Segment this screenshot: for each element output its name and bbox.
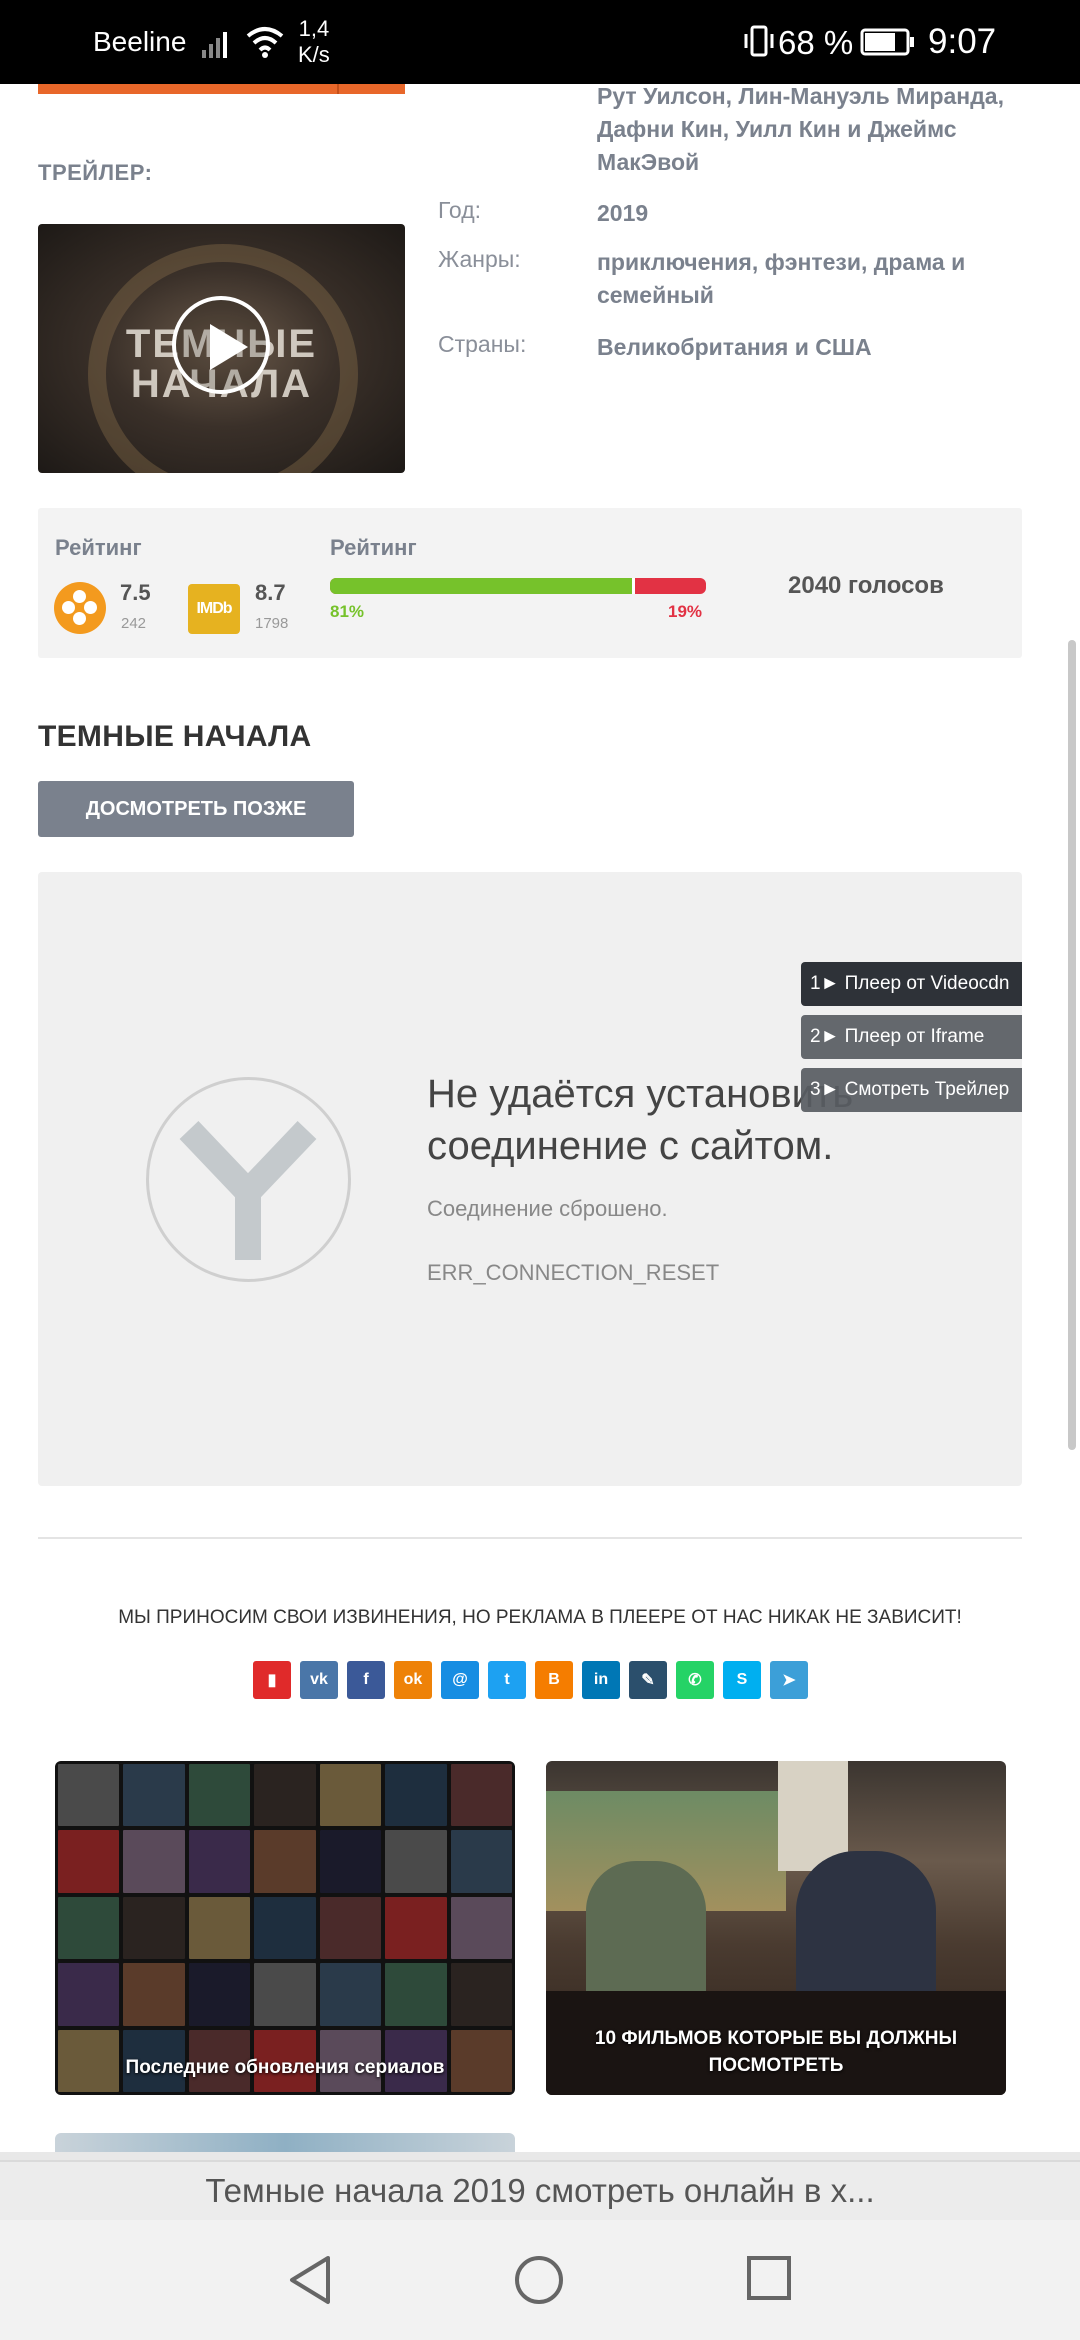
error-subtitle: Соединение сброшено. xyxy=(427,1196,668,1221)
imdb-icon: IMDb xyxy=(188,584,240,634)
share-buttons: ▮ vk f ok @ t Bin ✎ ✆ S ➤ xyxy=(253,1661,808,1699)
clock: 9:07 xyxy=(928,22,997,61)
movie-title: ТЕМНЫЕ НАЧАЛА xyxy=(38,720,312,753)
page-title-url: Темные начала 2019 смотреть онлайн в х..… xyxy=(205,2172,875,2209)
facebook-icon[interactable]: f xyxy=(347,1661,385,1699)
trailer-label: ТРЕЙЛЕР: xyxy=(38,160,153,185)
url-bar-shadow xyxy=(0,2152,1080,2160)
cast-link[interactable]: Рут Уилсон, Лин-Мануэль Миранда, Дафни К… xyxy=(597,83,1004,175)
positive-percent: 81% xyxy=(330,602,365,621)
rating-label-users: Рейтинг xyxy=(330,535,417,560)
poster-collage xyxy=(55,1761,515,2095)
server-iframe-button[interactable]: 2► Плеер от Iframe xyxy=(801,1015,1022,1059)
play-icon[interactable] xyxy=(172,296,270,394)
watch-later-button[interactable]: ДОСМОТРЕТЬ ПОЗЖЕ xyxy=(38,781,354,837)
orange-button-remnant[interactable] xyxy=(38,84,405,94)
imdb-votes: 1798 xyxy=(255,615,289,632)
page-scrollbar[interactable] xyxy=(1068,640,1076,1450)
top-films-card[interactable]: 10 ФИЛЬМОВ КОТОРЫЕ ВЫ ДОЛЖНЫ ПОСМОТРЕТЬ xyxy=(546,1761,1006,2095)
browser-error-icon xyxy=(146,1077,351,1282)
whatsapp-icon[interactable]: ✆ xyxy=(676,1661,714,1699)
year-value[interactable]: 2019 xyxy=(597,197,1017,230)
card-caption: 10 ФИЛЬМОВ КОТОРЫЕ ВЫ ДОЛЖНЫ ПОСМОТРЕТЬ xyxy=(594,2028,958,2076)
blogger-icon[interactable]: B xyxy=(535,1661,573,1699)
bookmark-icon[interactable]: ▮ xyxy=(253,1661,291,1699)
server-trailer-button[interactable]: 3► Смотреть Трейлер xyxy=(801,1068,1022,1112)
telegram-icon[interactable]: ➤ xyxy=(770,1661,808,1699)
linkedin-icon[interactable]: in xyxy=(582,1661,620,1699)
orange-button-divider xyxy=(337,84,339,94)
moimir-icon[interactable]: @ xyxy=(441,1661,479,1699)
livejournal-icon[interactable]: ✎ xyxy=(629,1661,667,1699)
home-icon[interactable] xyxy=(513,2254,565,2311)
rating-label-sources: Рейтинг xyxy=(55,535,142,560)
carrier-name: Beeline xyxy=(93,26,187,57)
year-label: Год: xyxy=(438,197,482,223)
error-code: ERR_CONNECTION_RESET xyxy=(427,1260,720,1285)
battery-icon xyxy=(860,28,916,61)
genres-value[interactable]: приключения, фэнтези, драма и семейный xyxy=(597,246,1017,312)
url-bar[interactable]: Темные начала 2019 смотреть онлайн в х..… xyxy=(0,2160,1080,2220)
status-bar: Beeline 1,4 K/s 68 % 9:07 xyxy=(0,0,1080,84)
card-caption: Последние обновления сериалов xyxy=(125,2057,445,2078)
server-videocdn-button[interactable]: 1► Плеер от Videocdn xyxy=(801,962,1022,1006)
back-icon[interactable] xyxy=(286,2254,336,2311)
negative-percent: 19% xyxy=(668,602,703,621)
vote-bar[interactable] xyxy=(330,578,706,594)
battery-percent: 68 % xyxy=(778,24,854,61)
vibrate-icon xyxy=(742,24,776,63)
countries-label: Страны: xyxy=(438,331,527,357)
wifi-icon xyxy=(246,26,284,63)
cast-list: Рут Уилсон, Лин-Мануэль Миранда, Дафни К… xyxy=(597,80,1017,179)
trailer-thumbnail[interactable]: ТЕМНЫЕ НАЧАЛА xyxy=(38,224,405,473)
network-speed: 1,4 K/s xyxy=(298,16,330,67)
skype-icon[interactable]: S xyxy=(723,1661,761,1699)
total-votes: 2040 голосов xyxy=(788,572,944,599)
navigation-bar xyxy=(0,2220,1080,2340)
recents-icon[interactable] xyxy=(745,2254,793,2307)
genres-label: Жанры: xyxy=(438,246,521,272)
vk-icon[interactable]: vk xyxy=(300,1661,338,1699)
odnoklassniki-icon[interactable]: ok xyxy=(394,1661,432,1699)
video-player[interactable]: Не удаётся установить соединение с сайто… xyxy=(38,872,1022,1486)
signal-icon xyxy=(202,28,234,63)
imdb-score: 8.7 xyxy=(255,580,286,605)
vote-bar-positive xyxy=(330,578,635,594)
kinopoisk-icon xyxy=(54,582,106,634)
twitter-icon[interactable]: t xyxy=(488,1661,526,1699)
rating-box: Рейтинг Рейтинг 7.5 242 IMDb 8.7 1798 81… xyxy=(38,508,1022,658)
divider xyxy=(38,1537,1022,1539)
kinopoisk-score: 7.5 xyxy=(120,580,151,605)
countries-value[interactable]: Великобритания и США xyxy=(597,331,1017,364)
series-updates-card[interactable]: Последние обновления сериалов xyxy=(55,1761,515,2095)
kinopoisk-votes: 242 xyxy=(121,615,147,632)
ad-apology-text: МЫ ПРИНОСИМ СВОИ ИЗВИНЕНИЯ, НО РЕКЛАМА В… xyxy=(118,1607,962,1628)
